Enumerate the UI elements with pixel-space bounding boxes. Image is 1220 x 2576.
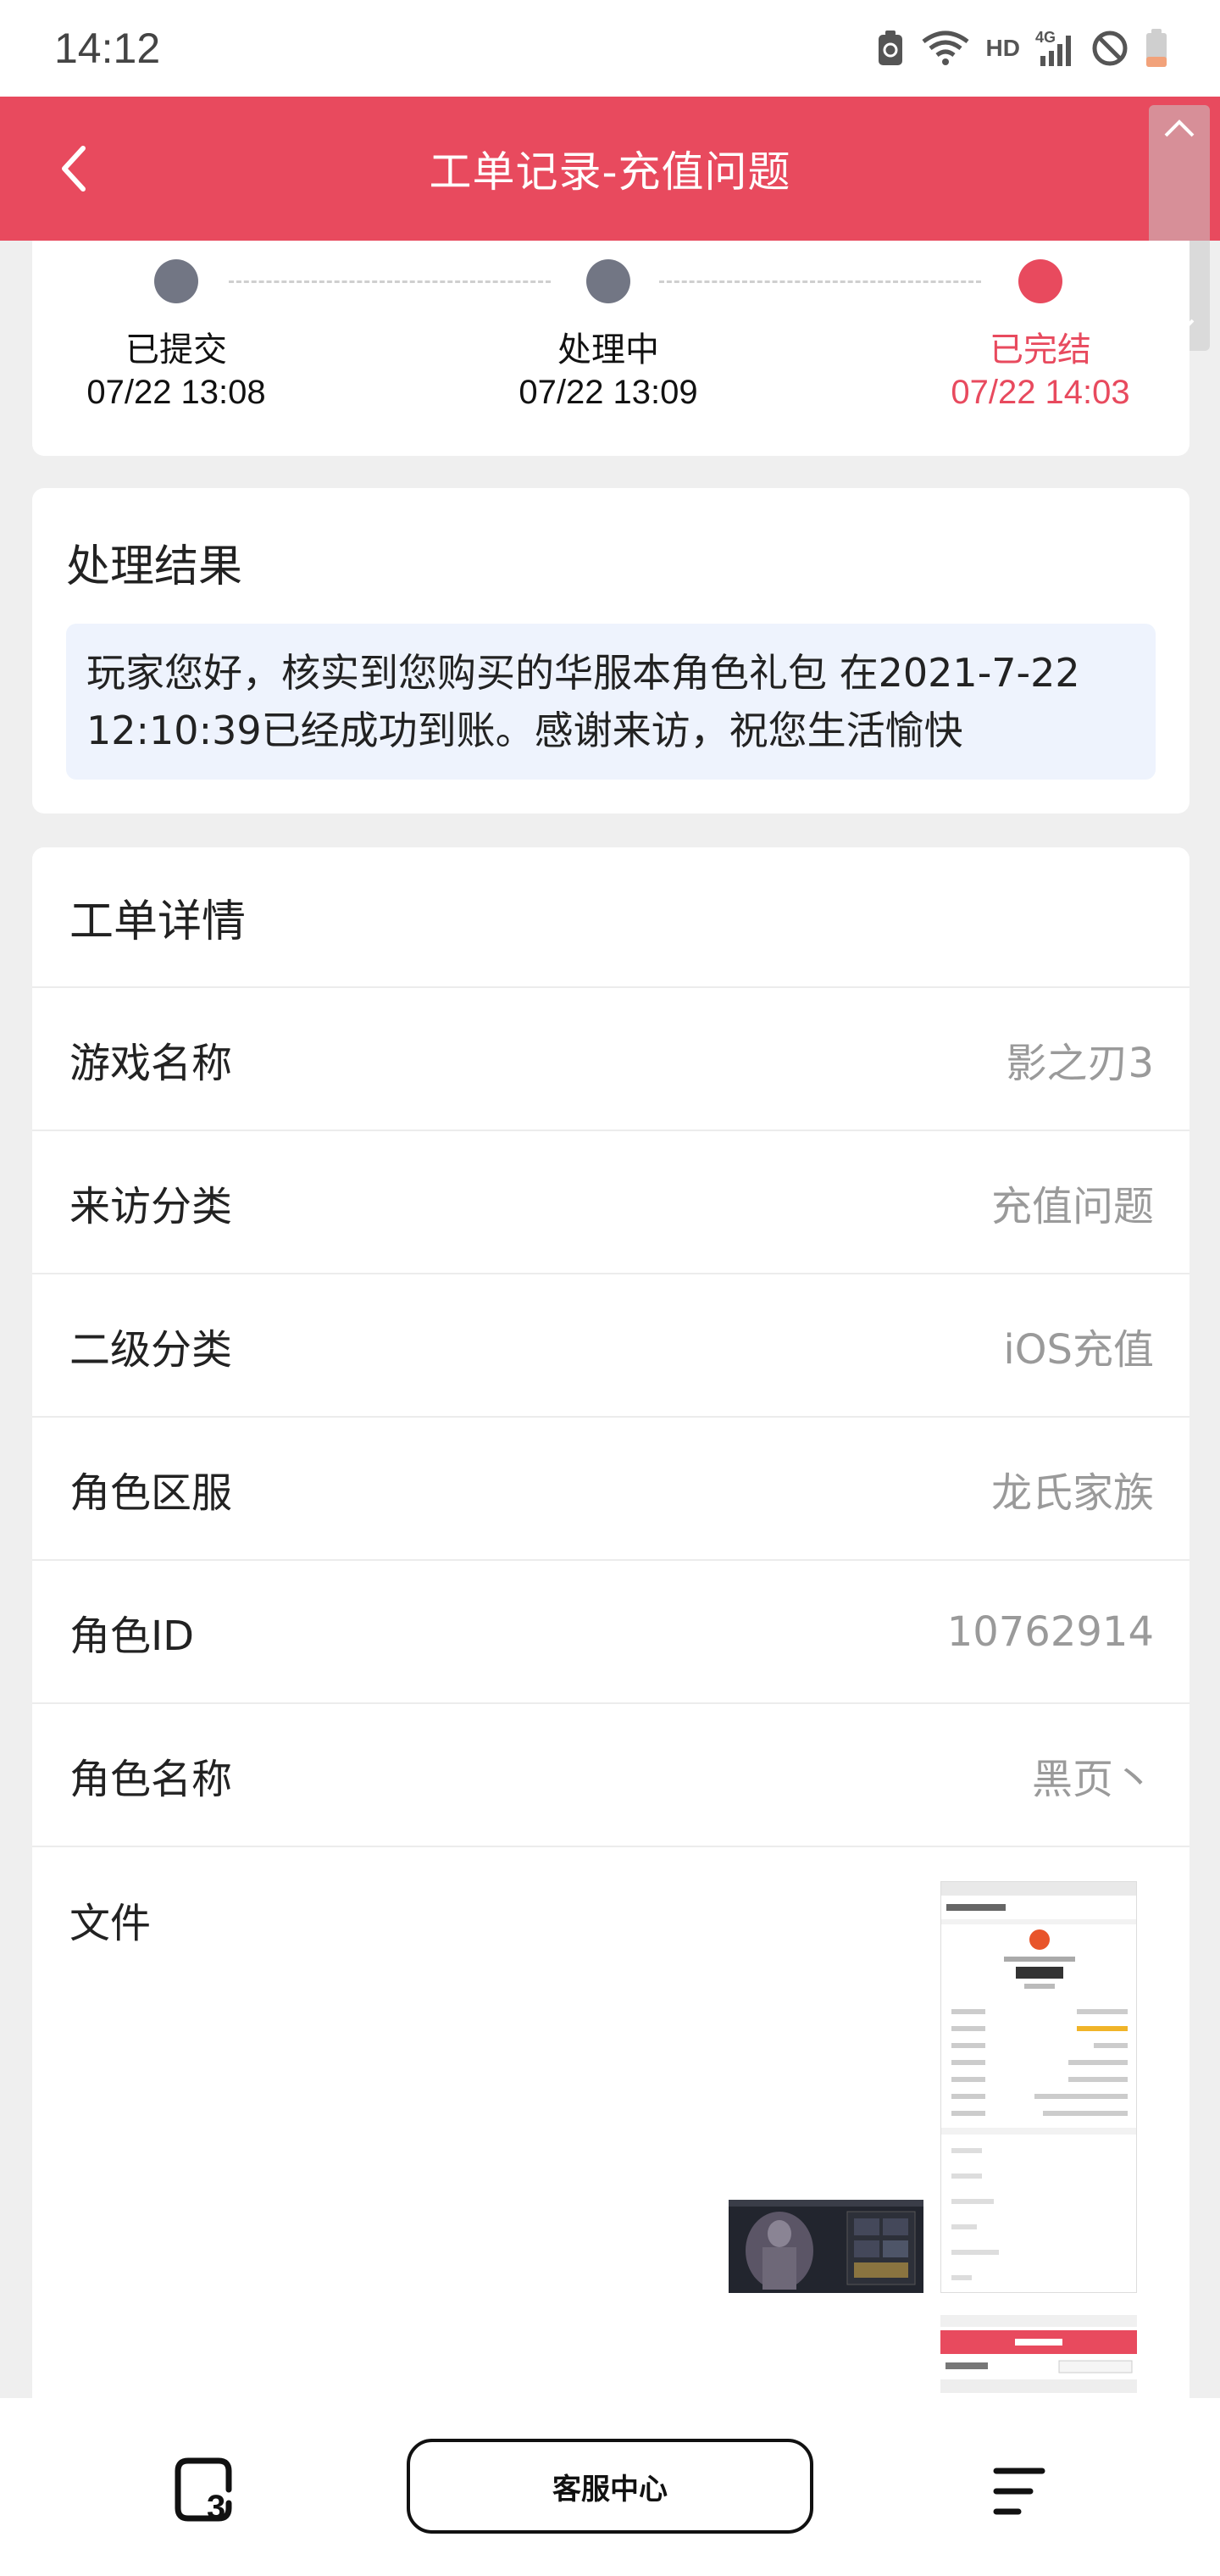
- battery-low-icon: [1146, 29, 1167, 67]
- detail-value: 黑页丶: [1031, 1755, 1154, 1803]
- step-dot: [154, 259, 198, 303]
- detail-row-subcategory: 二级分类 iOS充值: [32, 1274, 1190, 1418]
- game-screenshot-image: [729, 2200, 923, 2293]
- chevron-left-icon: [62, 146, 86, 192]
- detail-row-game-name: 游戏名称 影之刃3: [32, 988, 1190, 1131]
- network-hd-label: HD: [985, 35, 1020, 61]
- details-card: 工单详情 游戏名称 影之刃3 来访分类 充值问题 二级分类 iOS充值 角色区服…: [32, 847, 1190, 2576]
- svg-text:3: 3: [207, 2489, 225, 2523]
- bill-screenshot-image: [941, 1882, 1136, 2292]
- step-submitted: 已提交 07/22 13:08: [41, 259, 312, 414]
- detail-value: 10762914: [946, 1607, 1154, 1656]
- wifi-icon: [922, 31, 969, 65]
- do-not-disturb-icon: [1092, 31, 1128, 66]
- detail-value: 龙氏家族: [990, 1468, 1154, 1517]
- step-dot: [586, 259, 630, 303]
- step-dot: [1018, 259, 1062, 303]
- svg-text:4G: 4G: [1035, 29, 1056, 46]
- details-title: 工单详情: [69, 896, 247, 947]
- attachment-thumbnail[interactable]: [729, 2200, 923, 2293]
- detail-value: 充值问题: [990, 1182, 1154, 1230]
- detail-row-server: 角色区服 龙氏家族: [32, 1418, 1190, 1561]
- result-title: 处理结果: [66, 541, 243, 592]
- detail-key: 文件: [69, 1900, 152, 1947]
- detail-key: 二级分类: [69, 1325, 233, 1374]
- game-home-icon: 3: [175, 2457, 232, 2526]
- battery-saver-icon: [878, 31, 902, 65]
- detail-row-role-name: 角色名称 黑页丶: [32, 1704, 1190, 1847]
- step-processing: 处理中 07/22 13:09: [473, 259, 744, 414]
- status-bar: 14:12 HD 4G: [0, 0, 1220, 97]
- bottom-bar: 3 客服中心: [0, 2398, 1220, 2576]
- result-message: 玩家您好，核实到您购买的华服本角色礼包 在2021-7-22 12:10:39已…: [66, 624, 1156, 780]
- chevron-up-icon[interactable]: [1162, 119, 1196, 139]
- page-header: 工单记录-充值问题: [0, 97, 1220, 351]
- result-line: 玩家您好，核实到您购买的华服本角色礼包 在2021-7-22: [86, 650, 1080, 696]
- detail-key: 角色名称: [69, 1755, 233, 1803]
- menu-icon: [993, 2468, 1045, 2515]
- page-title: 工单记录-充值问题: [429, 147, 791, 197]
- detail-key: 游戏名称: [69, 1039, 233, 1087]
- status-icons: HD 4G: [876, 28, 1169, 69]
- menu-button[interactable]: [990, 2464, 1049, 2523]
- step-time: 07/22 13:08: [86, 374, 266, 411]
- result-card: 处理结果 玩家您好，核实到您购买的华服本角色礼包 在2021-7-22 12:1…: [32, 488, 1190, 813]
- detail-row-files: 文件: [32, 1847, 1190, 2451]
- back-button[interactable]: [47, 135, 98, 203]
- step-label: 处理中: [557, 330, 659, 369]
- detail-value: 影之刃3: [1006, 1039, 1154, 1087]
- step-time: 07/22 14:03: [951, 374, 1130, 411]
- step-time: 07/22 13:09: [518, 374, 698, 411]
- attachment-thumbnail[interactable]: [940, 1881, 1137, 2293]
- step-completed: 已完结 07/22 14:03: [905, 259, 1176, 414]
- detail-key: 来访分类: [69, 1182, 233, 1230]
- step-label: 已提交: [125, 330, 227, 369]
- detail-row-role-id: 角色ID 10762914: [32, 1561, 1190, 1704]
- game-home-button[interactable]: 3: [169, 2456, 237, 2527]
- status-time: 14:12: [54, 25, 161, 72]
- detail-key: 角色ID: [69, 1612, 195, 1660]
- detail-row-category: 来访分类 充值问题: [32, 1131, 1190, 1274]
- details-header: 工单详情: [32, 847, 1190, 988]
- customer-service-button[interactable]: 客服中心: [407, 2439, 813, 2534]
- signal-4g-icon: 4G: [1035, 29, 1071, 66]
- step-label: 已完结: [990, 330, 1091, 369]
- progress-card: 已提交 07/22 13:08 处理中 07/22 13:09 已完结 07/2…: [32, 241, 1190, 456]
- result-line: 12:10:39已经成功到账。感谢来访，祝您生活愉快: [86, 708, 963, 753]
- detail-key: 角色区服: [69, 1468, 233, 1517]
- detail-value: iOS充值: [1003, 1325, 1154, 1374]
